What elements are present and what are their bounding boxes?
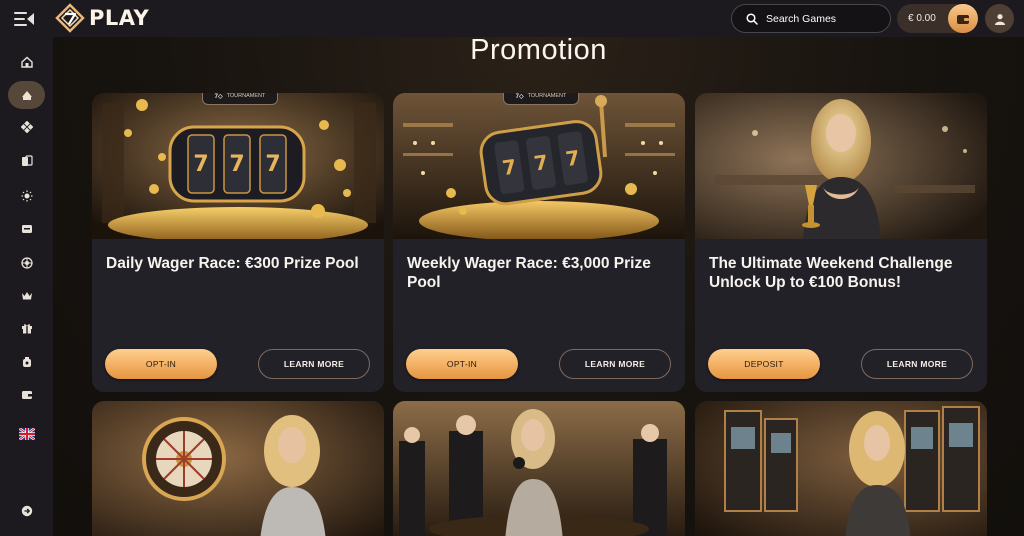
logo-mark-icon [55,3,85,33]
brand-name: PLAY [89,6,150,30]
menu-toggle-icon[interactable] [14,10,36,28]
promotion-title: The Ultimate Weekend Challenge Unlock Up… [709,255,953,291]
wallet-icon [957,14,969,24]
brand-logo[interactable]: PLAY [55,3,149,33]
search-bar[interactable] [731,4,891,33]
page-title: Promotion [470,37,607,66]
promotions-icon [21,91,32,100]
wallet-balance[interactable]: € 0.00 [897,4,978,33]
svg-text:7: 7 [229,152,244,177]
sidebar-item-sun[interactable] [8,182,45,210]
opt-in-button[interactable]: OPT-IN [105,349,217,379]
promotion-card[interactable] [695,401,987,536]
promotion-title: Weekly Wager Race: €3,000 Prize Pool [407,255,651,291]
badge-logo: 7◇ [515,93,524,100]
badge-label: TOURNAMENT [226,93,266,99]
sun-icon [21,190,32,202]
sidebar-item-home[interactable] [8,48,45,76]
search-input[interactable] [766,12,876,25]
game-categories-icon [20,121,33,133]
svg-text:7: 7 [265,152,280,177]
deposit-button[interactable]: DEPOSIT [708,349,820,379]
promotion-image [92,401,384,536]
sidebar [0,37,53,536]
sidebar-item-categories[interactable] [8,113,45,141]
sidebar-item-vip[interactable] [8,282,45,310]
svg-text:7: 7 [193,152,208,177]
sidebar-item-savings[interactable] [8,348,45,376]
learn-more-button[interactable]: LEARN MORE [258,349,370,379]
opt-in-button[interactable]: OPT-IN [406,349,518,379]
promotion-card[interactable] [393,401,685,536]
wallet-button[interactable] [948,4,978,33]
learn-more-button[interactable]: LEARN MORE [861,349,973,379]
sidebar-item-language[interactable] [8,420,45,448]
balance-amount: € 0.00 [908,13,936,24]
sidebar-item-promotions[interactable] [8,81,45,109]
search-icon [746,12,758,25]
roulette-icon [20,257,33,269]
home-icon [20,56,33,68]
sidebar-item-gifts[interactable] [8,314,45,342]
promotion-image[interactable]: 7 7 7 [92,93,384,239]
sidebar-item-wallet[interactable] [8,381,45,409]
promotion-image [393,401,685,536]
learn-more-button[interactable]: LEARN MORE [559,349,671,379]
sidebar-item-logout[interactable] [8,497,45,525]
promotion-card[interactable] [92,401,384,536]
main-content: Promotion 7 7 7 7◇ TOURNAMENT Daily Wage… [53,37,1024,536]
cards-icon [21,155,33,166]
badge-label: TOURNAMENT [527,93,567,99]
user-icon [994,13,1005,25]
promotion-image[interactable]: 7 7 7 [393,93,685,239]
badge-logo: 7◇ [214,93,223,100]
tournament-badge: 7◇ TOURNAMENT [202,93,278,105]
crown-icon [21,292,32,300]
logout-icon [21,505,32,517]
promotion-card: The Ultimate Weekend Challenge Unlock Up… [695,93,987,392]
promotion-card: 7 7 7 7◇ TOURNAMENT Daily Wager Race: €3… [92,93,384,392]
promotion-title: Daily Wager Race: €300 Prize Pool [106,255,359,272]
piggy-bank-icon [22,357,31,367]
sidebar-item-ticket[interactable] [8,215,45,243]
sidebar-item-cards[interactable] [8,147,45,175]
promotion-card: 7 7 7 7◇ TOURNAMENT Weekly Wager Race: €… [393,93,685,392]
wallet-icon [21,391,32,399]
top-bar: PLAY € 0.00 [0,0,1024,37]
ticket-icon [21,225,32,233]
gift-icon [21,324,32,334]
tournament-badge: 7◇ TOURNAMENT [503,93,579,105]
promotion-image[interactable] [695,93,987,239]
promotion-image [695,401,987,536]
sidebar-item-roulette[interactable] [8,249,45,277]
uk-flag-icon [18,428,35,440]
user-avatar-button[interactable] [985,4,1014,33]
